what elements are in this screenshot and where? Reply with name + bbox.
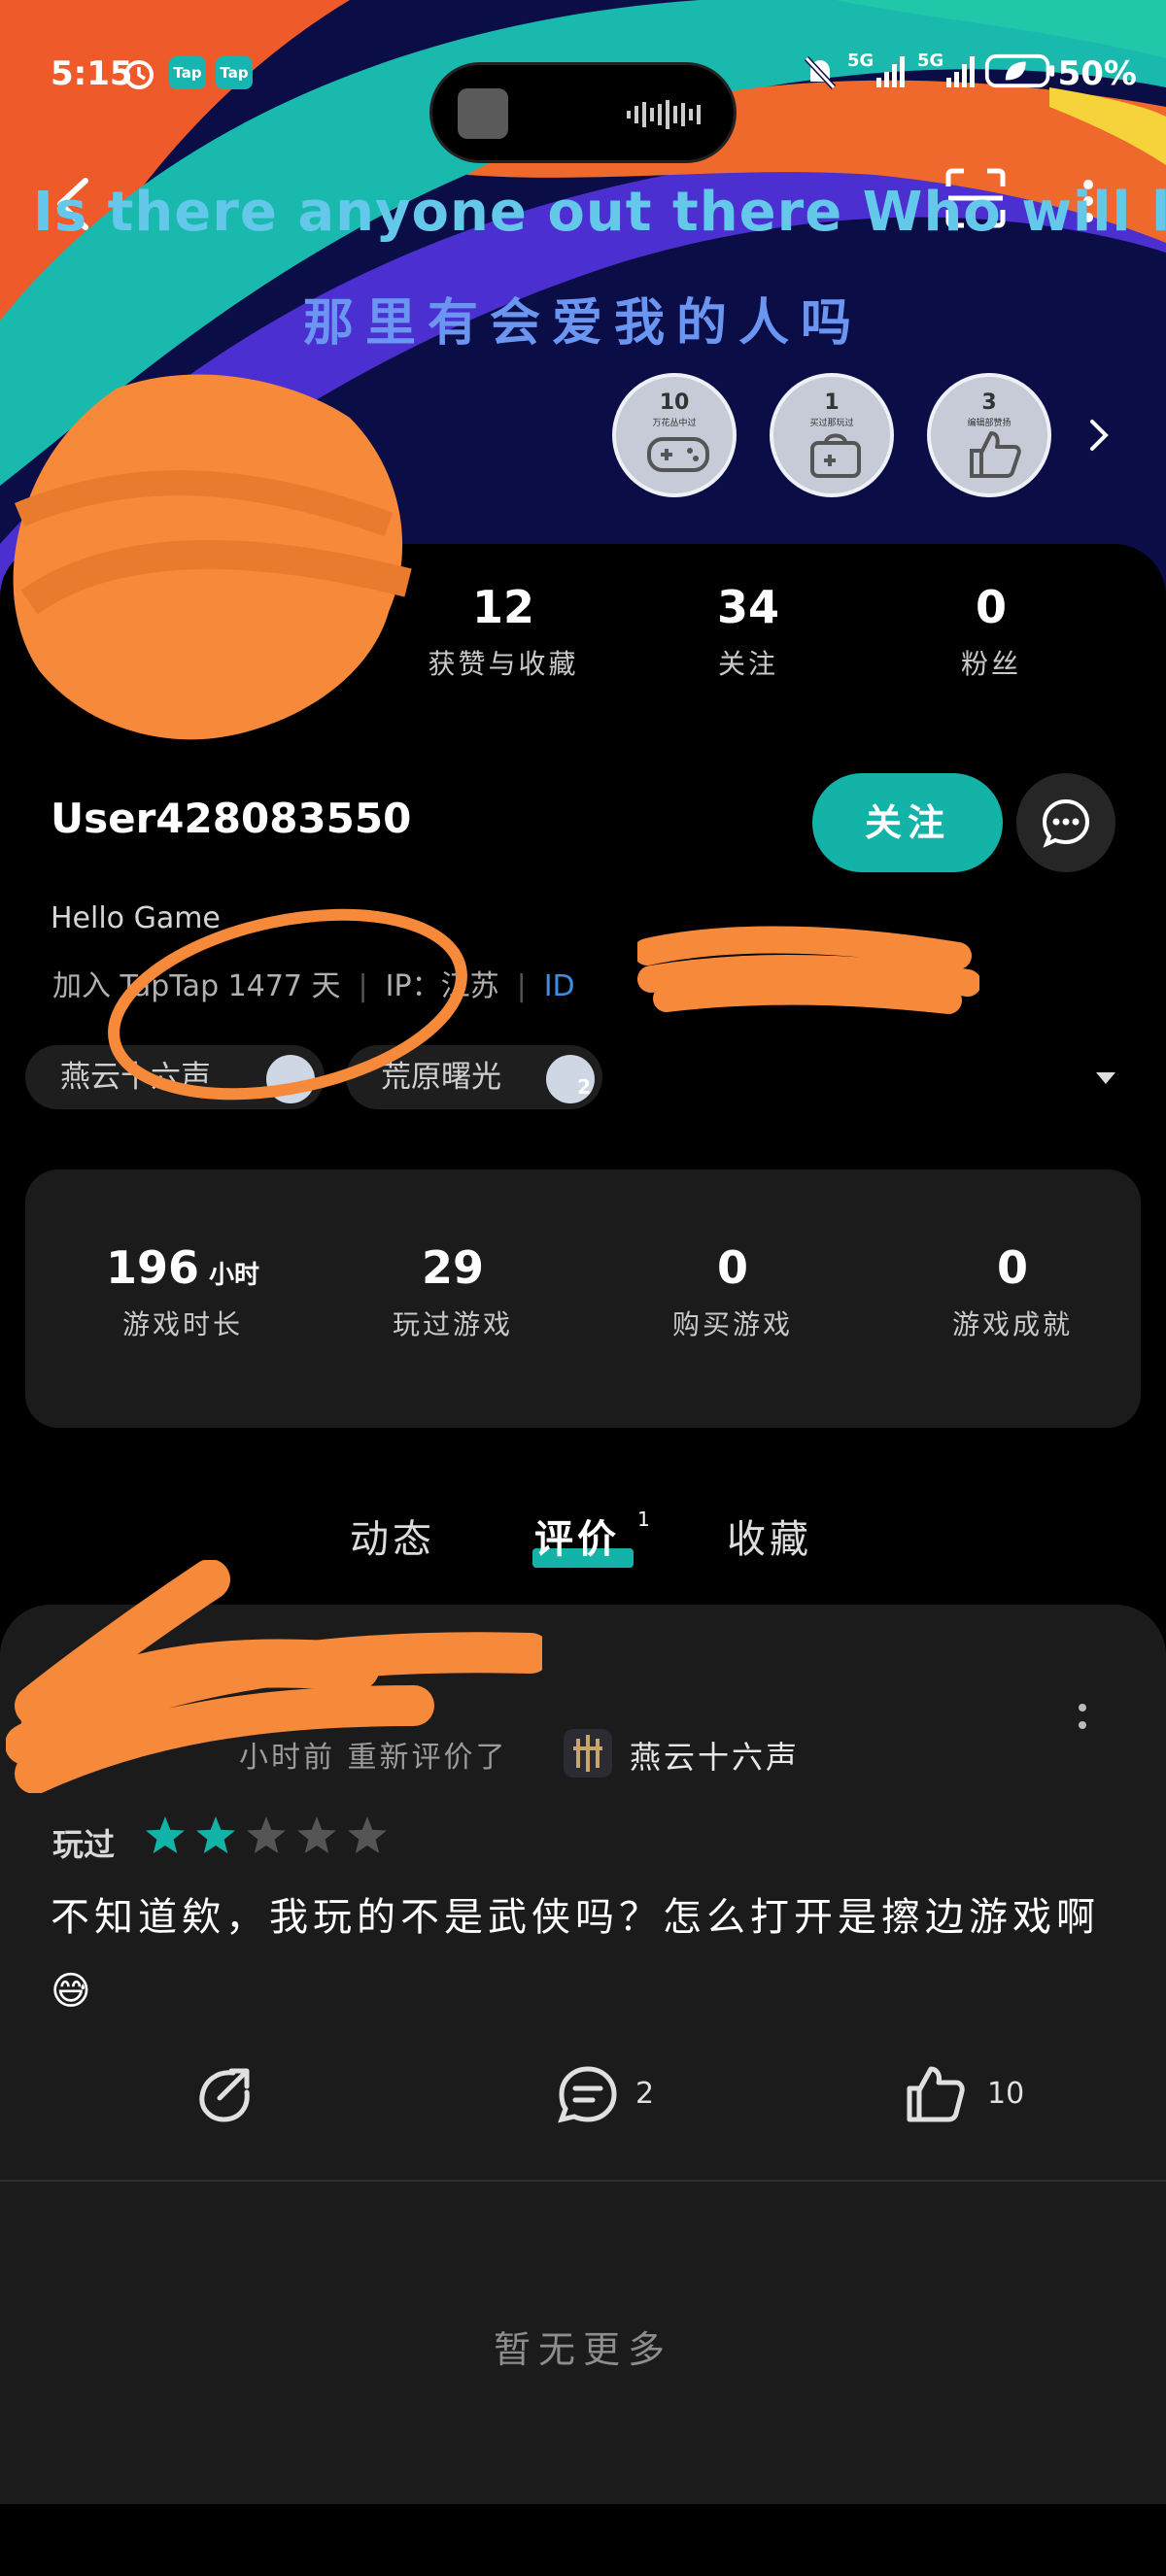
review-text: 不知道欸，我玩的不是武侠吗？怎么打开是擦边游戏啊😅	[51, 1895, 1100, 2014]
signal-icon	[946, 56, 975, 87]
audio-waveform-icon	[627, 100, 701, 129]
star-filled-icon	[196, 1816, 235, 1853]
username: User428083550	[51, 795, 412, 842]
badge-caption: 万花丛中过	[652, 419, 697, 428]
tab-posts[interactable]: 动态	[350, 1508, 435, 1564]
achievements-stat[interactable]: 0 游戏成就	[906, 1241, 1119, 1342]
played-label: 玩过	[52, 1826, 116, 1863]
like-count: 10	[987, 2077, 1025, 2111]
games-purchased-stat[interactable]: 0 购买游戏	[626, 1241, 840, 1342]
stat-label: 游戏成就	[951, 1308, 1073, 1340]
star-empty-icon	[247, 1816, 286, 1853]
network-type-label: 5G	[917, 51, 944, 71]
play-time-stat[interactable]: 196 小时 游戏时长	[76, 1241, 290, 1342]
join-days: 加入 TapTap 1477 天	[52, 969, 341, 1003]
profile-bio: Hello Game	[51, 901, 221, 935]
chat-bubble-icon	[1042, 798, 1090, 848]
stat-value: 0	[975, 581, 1007, 633]
stat-label: 游戏时长	[121, 1308, 243, 1340]
comment-count: 2	[635, 2077, 655, 2111]
signature-marquee-chinese: 那里有会爱我的人吗	[302, 294, 863, 353]
battery-percentage: 50%	[1057, 54, 1137, 93]
share-icon[interactable]	[194, 2065, 258, 2123]
gamepad-icon	[647, 437, 709, 472]
following-stat[interactable]: 34 关注	[641, 581, 855, 682]
stat-value: 0	[996, 1241, 1028, 1294]
achievement-badge[interactable]: 10 万花丛中过	[612, 373, 737, 497]
thumbs-up-icon	[970, 431, 1021, 478]
user-id-link[interactable]: ID	[544, 969, 575, 1003]
battery-icon	[984, 53, 1055, 88]
media-thumbnail	[458, 88, 508, 139]
taptap-notification-icon: Tap	[216, 56, 253, 89]
star-filled-icon	[146, 1816, 185, 1853]
achievement-badge[interactable]: 3 编辑部赞扬	[927, 373, 1051, 497]
profile-meta-line: 加入 TapTap 1477 天 | IP：江苏 | ID	[52, 969, 575, 1003]
tag-label: 燕云十六声	[60, 1060, 211, 1095]
star-empty-icon	[297, 1816, 336, 1853]
stat-unit: 小时	[209, 1261, 260, 1290]
reviewed-game-name[interactable]: 燕云十六声	[630, 1733, 800, 1778]
badge-count: 3	[981, 390, 997, 415]
tag-level-icon: 2	[546, 1055, 595, 1103]
badge-count: 10	[659, 390, 690, 415]
badge-count: 1	[824, 390, 840, 415]
tag-label: 荒原曙光	[381, 1060, 501, 1095]
signature-marquee-english: Is there anyone out there Who will lc	[33, 181, 1166, 244]
badge-caption: 编辑部赞扬	[967, 419, 1012, 428]
chevron-right-icon[interactable]	[1084, 416, 1114, 455]
badge-caption: 买过那玩过	[809, 419, 854, 428]
comment-button[interactable]: 2	[556, 2065, 692, 2123]
like-button[interactable]: 10	[904, 2065, 1040, 2123]
mute-bell-icon	[804, 55, 837, 90]
follow-button[interactable]: 关注	[812, 773, 1003, 872]
stat-label: 玩过游戏	[392, 1308, 513, 1340]
game-stats-card: 196 小时 游戏时长 29 玩过游戏 0 购买游戏 0 游戏成就	[25, 1169, 1141, 1428]
tab-favorites[interactable]: 收藏	[727, 1508, 812, 1564]
stat-value: 34	[716, 581, 779, 633]
tab-reviews[interactable]: 评价	[534, 1508, 620, 1564]
stat-label: 粉丝	[960, 648, 1021, 680]
status-bar: 5:15 Tap Tap 5G 5G 50%	[0, 39, 1166, 163]
shopping-bag-icon	[810, 433, 861, 478]
expand-tags-icon[interactable]	[1094, 1068, 1117, 1088]
stat-value: 0	[716, 1241, 748, 1294]
stat-label: 关注	[717, 648, 778, 680]
comment-icon	[558, 2066, 617, 2123]
taptap-notification-icon: Tap	[169, 56, 206, 89]
tag-level-icon	[266, 1055, 315, 1103]
likes-and-favorites-stat[interactable]: 12 获赞与收藏	[396, 581, 610, 682]
alarm-icon	[124, 60, 154, 89]
stat-value: 29	[421, 1241, 484, 1294]
game-thumbnail[interactable]	[564, 1729, 612, 1778]
dynamic-island[interactable]	[429, 62, 737, 163]
game-tag[interactable]: 燕云十六声	[25, 1045, 325, 1109]
rating-stars	[146, 1816, 387, 1853]
network-type-label: 5G	[847, 51, 874, 71]
star-empty-icon	[348, 1816, 387, 1853]
ip-location: IP：江苏	[385, 969, 499, 1003]
stat-value: 12	[471, 581, 534, 633]
stat-value: 196	[105, 1241, 199, 1294]
message-button[interactable]	[1016, 773, 1115, 872]
game-tag[interactable]: 荒原曙光 2	[346, 1045, 602, 1109]
review-timestamp: 小时前 重新评价了	[239, 1741, 508, 1775]
reviews-count-badge: 1	[637, 1508, 650, 1531]
games-played-stat[interactable]: 29 玩过游戏	[346, 1241, 560, 1342]
followers-stat[interactable]: 0 粉丝	[884, 581, 1098, 682]
stat-label: 获赞与收藏	[428, 648, 579, 680]
achievement-badge[interactable]: 1 买过那玩过	[770, 373, 894, 497]
signal-icon	[876, 56, 905, 87]
profile-banner: 5:15 Tap Tap 5G 5G 50% Is there anyone o…	[0, 0, 1166, 602]
thumbs-up-icon	[907, 2066, 965, 2122]
stat-label: 购买游戏	[671, 1308, 793, 1340]
review-more-icon[interactable]	[1073, 1700, 1092, 1735]
game-logo-icon	[573, 1735, 602, 1772]
no-more-text: 暂无更多	[493, 2328, 672, 2371]
